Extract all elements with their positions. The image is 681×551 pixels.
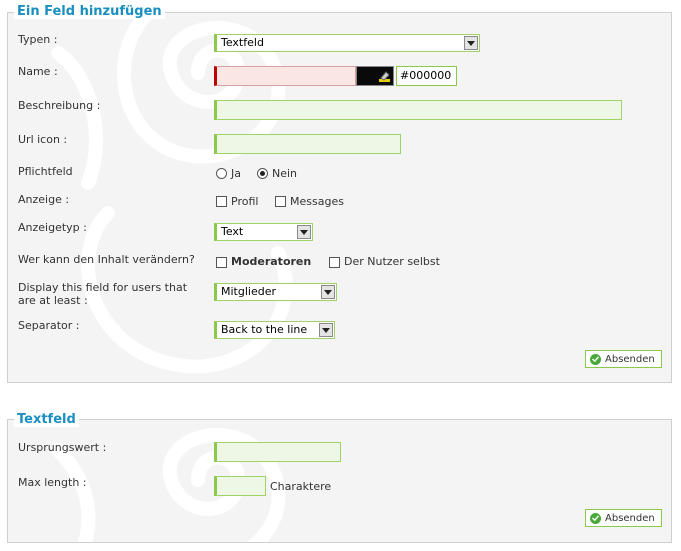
beschreibung-label: Beschreibung : bbox=[18, 99, 101, 112]
moderatoren-checkbox[interactable] bbox=[216, 257, 227, 268]
chevron-down-icon bbox=[297, 225, 311, 239]
check-icon bbox=[590, 512, 601, 524]
separator-select[interactable]: Back to the line bbox=[214, 321, 335, 339]
check-icon bbox=[590, 353, 601, 365]
pflichtfeld-nein-radio[interactable] bbox=[257, 168, 268, 179]
max-length-label: Max length : bbox=[18, 476, 87, 489]
nutzer-selbst-label: Der Nutzer selbst bbox=[344, 255, 440, 268]
add-field-fieldset: Typen : Textfeld Name : #000000 Beschrei… bbox=[7, 12, 672, 383]
textfeld-legend: Textfeld bbox=[14, 412, 79, 427]
wer-kann-label: Wer kann den Inhalt verändern? bbox=[18, 253, 195, 266]
url-icon-input[interactable] bbox=[214, 134, 401, 154]
display-for-select[interactable]: Mitglieder bbox=[214, 283, 337, 301]
textfeld-fieldset: Ursprungswert : Max length : Charaktere … bbox=[7, 419, 672, 543]
beschreibung-input[interactable] bbox=[214, 100, 622, 120]
pflichtfeld-ja-radio[interactable] bbox=[216, 168, 227, 179]
submit-button[interactable]: Absenden bbox=[585, 350, 662, 368]
anzeige-profil-label: Profil bbox=[231, 195, 259, 208]
display-for-label-line1: Display this field for users that bbox=[18, 281, 188, 294]
display-for-select-value: Mitglieder bbox=[221, 285, 276, 298]
separator-label: Separator : bbox=[18, 319, 80, 332]
typen-select[interactable]: Textfeld bbox=[214, 34, 480, 52]
anzeige-label: Anzeige : bbox=[18, 193, 70, 206]
typen-label: Typen : bbox=[18, 33, 58, 46]
anzeigetyp-select-value: Text bbox=[221, 225, 244, 238]
chevron-down-icon bbox=[464, 36, 478, 50]
max-length-suffix: Charaktere bbox=[270, 480, 332, 493]
pflichtfeld-nein-label: Nein bbox=[272, 167, 298, 180]
chevron-down-icon bbox=[319, 323, 333, 337]
max-length-input[interactable] bbox=[214, 476, 266, 496]
color-hex-input[interactable]: #000000 bbox=[396, 66, 457, 86]
name-input[interactable] bbox=[214, 66, 356, 86]
pflichtfeld-label: Pflichtfeld bbox=[18, 165, 73, 178]
name-label: Name : bbox=[18, 65, 58, 78]
anzeigetyp-label: Anzeigetyp : bbox=[18, 221, 87, 234]
submit-button-label: Absenden bbox=[605, 512, 655, 524]
nutzer-selbst-checkbox[interactable] bbox=[329, 257, 340, 268]
color-picker-icon bbox=[377, 70, 391, 86]
color-picker-swatch[interactable] bbox=[356, 66, 394, 86]
url-icon-label: Url icon : bbox=[18, 133, 68, 146]
ursprungswert-label: Ursprungswert : bbox=[18, 441, 107, 454]
submit-button-label: Absenden bbox=[605, 353, 655, 365]
anzeige-messages-checkbox[interactable] bbox=[275, 196, 286, 207]
separator-select-value: Back to the line bbox=[221, 323, 308, 336]
chevron-down-icon bbox=[321, 285, 335, 299]
anzeigetyp-select[interactable]: Text bbox=[214, 223, 313, 241]
pflichtfeld-ja-label: Ja bbox=[231, 167, 241, 180]
add-field-legend: Ein Feld hinzufügen bbox=[14, 4, 165, 19]
moderatoren-label: Moderatoren bbox=[231, 255, 312, 268]
typen-select-value: Textfeld bbox=[221, 36, 264, 49]
anzeige-messages-label: Messages bbox=[290, 195, 344, 208]
display-for-label-line2: are at least : bbox=[18, 294, 88, 307]
anzeige-profil-checkbox[interactable] bbox=[216, 196, 227, 207]
submit-button[interactable]: Absenden bbox=[585, 509, 662, 527]
ursprungswert-input[interactable] bbox=[214, 442, 341, 462]
